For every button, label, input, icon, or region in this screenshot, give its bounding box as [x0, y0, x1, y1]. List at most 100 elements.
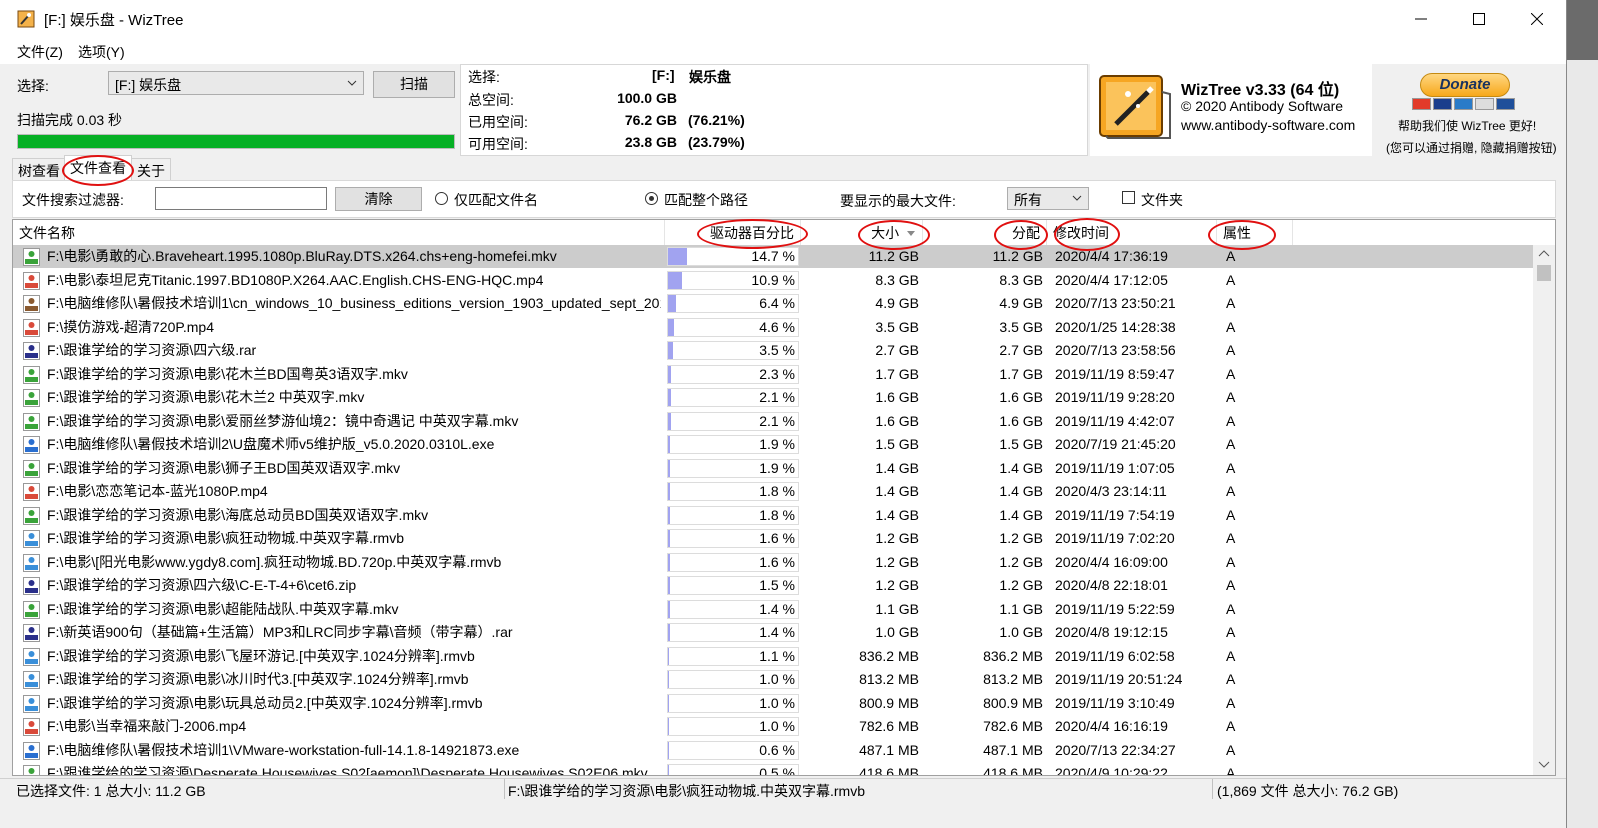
size-cell: 1.0 GB: [875, 624, 919, 640]
size-cell: 8.3 GB: [875, 271, 919, 288]
table-row[interactable]: F:\跟谁学给的学习资源\电影\玩具总动员2.[中英双字.1024分辨率].rm…: [13, 692, 1533, 715]
scroll-down-icon[interactable]: [1538, 761, 1550, 769]
allocated-cell: 8.3 GB: [999, 271, 1043, 288]
table-row[interactable]: F:\跟谁学给的学习资源\电影\飞屋环游记.[中英双字.1024分辨率].rmv…: [13, 645, 1533, 668]
allocated-cell: 1.2 GB: [999, 553, 1043, 570]
file-name-cell: F:\跟谁学给的学习资源\四六级.rar: [47, 342, 257, 358]
attributes-cell: A: [1226, 271, 1236, 288]
percent-cell: 2.1 %: [759, 412, 795, 429]
attributes-cell: A: [1226, 436, 1236, 452]
modified-cell: 2020/7/13 22:34:27: [1055, 741, 1176, 758]
table-row[interactable]: F:\电影\当幸福来敲门-2006.mp4 1.0 % 782.6 MB 782.6 …: [13, 715, 1533, 738]
table-row[interactable]: F:\跟谁学给的学习资源\电影\狮子王BD国英双语双字.mkv 1.9 % 1.4 …: [13, 457, 1533, 480]
file-rmvb-icon: [23, 671, 40, 689]
drive-select[interactable]: [F:] 娱乐盘: [108, 71, 364, 95]
modified-cell: 2020/7/19 21:45:20: [1055, 436, 1176, 452]
attributes-cell: A: [1226, 459, 1236, 476]
percent-cell: 1.8 %: [759, 483, 795, 499]
percent-cell: 1.0 %: [759, 694, 795, 711]
tab-tree-view[interactable]: 树查看: [12, 158, 66, 180]
table-row[interactable]: F:\跟谁学给的学习资源\四六级\C-E-T-4+6\cet6.zip 1.5 %…: [13, 574, 1533, 597]
maximize-button[interactable]: [1450, 0, 1508, 38]
donate-help-text: 帮助我们使 WizTree 更好!: [1398, 119, 1537, 133]
table-row[interactable]: F:\电影\勇敢的心.Braveheart.1995.1080p.BluRay.…: [13, 245, 1533, 268]
max-files-select[interactable]: 所有: [1007, 187, 1089, 210]
menu-file[interactable]: 文件(Z): [17, 42, 63, 62]
file-name-cell: F:\电影\[阳光电影www.ygdy8.com].疯狂动物城.BD.720p.…: [47, 553, 502, 570]
maximize-icon: [1473, 13, 1485, 25]
donate-hide-text: (您可以通过捐赠, 隐藏捐赠按钮): [1386, 141, 1557, 155]
table-row[interactable]: F:\跟谁学给的学习资源\Desperate Housewives S02[ae…: [13, 762, 1533, 776]
vertical-scrollbar[interactable]: [1533, 245, 1555, 775]
file-rar-icon: [23, 577, 40, 595]
table-row[interactable]: F:\电影\恋恋笔记本-蓝光1080P.mp4 1.8 % 1.4 GB 1.4 GB…: [13, 480, 1533, 503]
table-row[interactable]: F:\跟谁学给的学习资源\电影\花木兰BD国粤英3语双字.mkv 2.3 % 1.7…: [13, 363, 1533, 386]
table-row[interactable]: F:\跟谁学给的学习资源\电影\疯狂动物城.中英双字幕.rmvb 1.6 % 1.2…: [13, 527, 1533, 550]
modified-cell: 2019/11/19 9:28:20: [1055, 389, 1175, 405]
modified-cell: 2019/11/19 5:22:59: [1055, 600, 1175, 617]
percent-cell: 1.6 %: [759, 553, 795, 570]
scroll-up-icon[interactable]: [1538, 249, 1550, 257]
file-name-cell: F:\电脑维修队\暑假技术培训1\cn_windows_10_business_…: [47, 295, 661, 311]
minimize-button[interactable]: [1392, 0, 1450, 38]
table-row[interactable]: F:\跟谁学给的学习资源\电影\花木兰2 中英双字.mkv 2.1 % 1.6 GB…: [13, 386, 1533, 409]
allocated-cell: 813.2 MB: [983, 671, 1043, 687]
match-fullpath-radio[interactable]: [645, 192, 658, 205]
allocated-cell: 1.1 GB: [999, 600, 1043, 617]
file-name-cell: F:\跟谁学给的学习资源\电影\花木兰2 中英双字.mkv: [47, 389, 365, 405]
file-name-cell: F:\跟谁学给的学习资源\电影\玩具总动员2.[中英双字.1024分辨率].rm…: [47, 694, 483, 711]
table-row[interactable]: F:\跟谁学给的学习资源\电影\海底总动员BD国英双语双字.mkv 1.8 % 1.…: [13, 504, 1533, 527]
scan-button[interactable]: 扫描: [373, 71, 455, 98]
modified-cell: 2020/4/8 19:12:15: [1055, 624, 1168, 640]
file-exe-icon: [23, 436, 40, 454]
menu-options[interactable]: 选项(Y): [78, 42, 125, 62]
attributes-cell: A: [1226, 647, 1236, 664]
annotation-ellipse: [994, 220, 1048, 250]
tab-about[interactable]: 关于: [131, 158, 171, 180]
allocated-cell: 1.2 GB: [999, 530, 1043, 546]
attributes-cell: A: [1226, 318, 1236, 335]
file-name-cell: F:\跟谁学给的学习资源\四六级\C-E-T-4+6\cet6.zip: [47, 577, 357, 593]
file-mkv-icon: [23, 365, 40, 384]
modified-cell: 2020/4/4 16:16:19: [1055, 718, 1168, 734]
percent-cell: 4.6 %: [759, 318, 795, 335]
free-space-label: 可用空间:: [468, 136, 528, 152]
allocated-cell: 1.6 GB: [999, 412, 1043, 429]
product-name: WizTree v3.33 (64 位): [1181, 82, 1340, 99]
folder-checkbox[interactable]: [1122, 191, 1135, 204]
file-iso-icon: [23, 295, 40, 313]
table-row[interactable]: F:\电脑维修队\暑假技术培训1\cn_windows_10_business_…: [13, 292, 1533, 315]
clear-button[interactable]: 清除: [335, 187, 422, 211]
table-row[interactable]: F:\跟谁学给的学习资源\四六级.rar 3.5 % 2.7 GB 2.7 GB 202…: [13, 339, 1533, 362]
close-button[interactable]: [1508, 0, 1566, 38]
wiztree-logo-icon[interactable]: [1098, 72, 1172, 142]
attributes-cell: A: [1226, 412, 1236, 429]
size-cell: 1.7 GB: [875, 365, 919, 382]
table-row[interactable]: F:\新英语900句（基础篇+生活篇）MP3和LRC同步字幕\音频（带字幕）.r…: [13, 621, 1533, 644]
table-row[interactable]: F:\电脑维修队\暑假技术培训1\VMware-workstation-full…: [13, 739, 1533, 762]
attributes-cell: A: [1226, 765, 1236, 776]
file-mp4-icon: [23, 318, 40, 337]
size-cell: 782.6 MB: [859, 718, 919, 734]
search-filter-label: 文件搜索过滤器:: [22, 192, 124, 208]
allocated-cell: 3.5 GB: [999, 318, 1043, 335]
table-row[interactable]: F:\电影\[阳光电影www.ygdy8.com].疯狂动物城.BD.720p.…: [13, 551, 1533, 574]
table-row[interactable]: F:\跟谁学给的学习资源\电影\冰川时代3.[中英双字.1024分辨率].rmv…: [13, 668, 1533, 691]
table-row[interactable]: F:\跟谁学给的学习资源\电影\爱丽丝梦游仙境2：镜中奇遇记 中英双字幕.mkv…: [13, 410, 1533, 433]
size-cell: 1.6 GB: [875, 412, 919, 429]
website-link[interactable]: www.antibody-software.com: [1181, 117, 1355, 133]
modified-cell: 2020/4/4 17:12:05: [1055, 271, 1168, 288]
scrollbar-thumb[interactable]: [1537, 265, 1551, 281]
file-name-cell: F:\新英语900句（基础篇+生活篇）MP3和LRC同步字幕\音频（带字幕）.r…: [47, 624, 513, 640]
table-row[interactable]: F:\电脑维修队\暑假技术培训2\U盘魔术师v5维护版_v5.0.2020.03…: [13, 433, 1533, 456]
size-cell: 3.5 GB: [875, 318, 919, 335]
donate-button[interactable]: Donate: [1420, 73, 1510, 97]
column-header-name[interactable]: 文件名称: [13, 220, 665, 245]
table-row[interactable]: F:\摸仿游戏-超清720P.mp4 4.6 % 3.5 GB 3.5 GB 2020/…: [13, 316, 1533, 339]
table-row[interactable]: F:\跟谁学给的学习资源\电影\超能陆战队.中英双字幕.mkv 1.4 % 1.1 …: [13, 598, 1533, 621]
file-exe-icon: [23, 741, 40, 760]
match-filename-radio[interactable]: [435, 192, 448, 205]
table-row[interactable]: F:\电影\泰坦尼克Titanic.1997.BD1080P.X264.AAC.…: [13, 269, 1533, 292]
allocated-cell: 1.4 GB: [999, 483, 1043, 499]
search-filter-input[interactable]: [155, 187, 327, 210]
